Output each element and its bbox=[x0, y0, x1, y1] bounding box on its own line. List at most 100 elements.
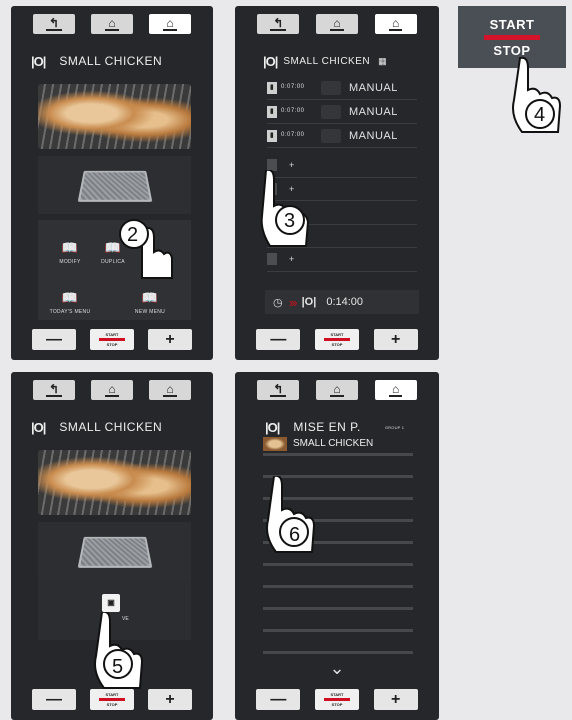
home-settings-icon: ⌂ bbox=[105, 17, 119, 31]
step-list: ▮ 0:07:00 MANUAL ▮ 0:07:00 MANUAL ▮ 0:07:00 MA… bbox=[267, 76, 417, 148]
minus-button[interactable]: — bbox=[256, 689, 301, 710]
cook-icon: |O| bbox=[301, 296, 317, 308]
minus-button[interactable]: — bbox=[32, 329, 76, 350]
back-icon: ↰ bbox=[270, 17, 287, 31]
start-label: START bbox=[105, 332, 119, 337]
progress-chevrons-icon: ››› bbox=[288, 294, 298, 310]
minus-icon: — bbox=[46, 330, 62, 348]
stop-indicator bbox=[99, 698, 125, 701]
back-button[interactable]: ↰ bbox=[257, 380, 300, 400]
cook-icon: |O| bbox=[263, 53, 278, 69]
title-text: SMALL CHICKEN bbox=[59, 54, 163, 68]
list-item[interactable] bbox=[263, 610, 413, 632]
plus-button[interactable]: + bbox=[373, 329, 418, 350]
plus-icon: + bbox=[165, 330, 175, 348]
total-time: 0:14:00 bbox=[326, 296, 364, 308]
title-text: SMALL CHICKEN bbox=[59, 420, 163, 434]
home-button[interactable]: ⌂ bbox=[149, 14, 191, 34]
step-label: MANUAL bbox=[349, 105, 398, 118]
step-row[interactable]: ▮ 0:07:00 MANUAL bbox=[267, 76, 417, 100]
recipe-name: SMALL CHICKEN bbox=[293, 438, 374, 449]
chevron-down-icon[interactable]: ⌄ bbox=[235, 658, 439, 679]
stop-label: STOP bbox=[106, 342, 118, 347]
tray-display bbox=[38, 522, 191, 580]
home-settings-icon: ⌂ bbox=[330, 17, 344, 31]
step-icon: ▮ bbox=[267, 105, 277, 118]
save-icon[interactable]: ▣ bbox=[102, 594, 120, 612]
list-item[interactable] bbox=[263, 566, 413, 588]
home-settings-icon: ⌂ bbox=[105, 383, 119, 397]
back-button[interactable]: ↰ bbox=[33, 14, 75, 34]
tray-small-icon: ▦ bbox=[378, 55, 388, 66]
stop-indicator bbox=[99, 338, 125, 341]
title-text: SMALL CHICKEN bbox=[283, 55, 371, 67]
todays-menu-option[interactable]: 📖 TODAY'S MENU bbox=[40, 290, 100, 315]
stop-indicator bbox=[484, 34, 540, 40]
start-stop-button[interactable]: START STOP bbox=[314, 689, 359, 710]
callout-6: 6 bbox=[289, 524, 301, 546]
step-label: MANUAL bbox=[349, 129, 398, 142]
pointing-hand-icon bbox=[512, 56, 562, 133]
start-label: START bbox=[330, 332, 344, 337]
step-time: 0:07:00 bbox=[281, 132, 305, 138]
page-title: |O| SMALL CHICKEN bbox=[11, 416, 213, 438]
top-nav: ↰ ⌂ ⌂ bbox=[11, 14, 213, 34]
back-icon: ↰ bbox=[270, 383, 287, 397]
minus-button[interactable]: — bbox=[256, 329, 301, 350]
list-item[interactable]: SMALL CHICKEN bbox=[263, 434, 413, 456]
recipe-thumbnail bbox=[263, 436, 287, 451]
back-button[interactable]: ↰ bbox=[33, 380, 75, 400]
stop-indicator bbox=[323, 698, 350, 701]
step-icon: ▮ bbox=[267, 81, 277, 94]
step-label: MANUAL bbox=[349, 81, 398, 94]
plus-icon: + bbox=[165, 690, 175, 708]
start-stop-button[interactable]: START STOP bbox=[90, 329, 134, 350]
list-item[interactable] bbox=[263, 632, 413, 654]
home-settings-button[interactable]: ⌂ bbox=[315, 380, 358, 400]
minus-button[interactable]: — bbox=[32, 689, 76, 710]
tray-icon bbox=[77, 170, 152, 202]
bottom-controls: — START STOP + bbox=[11, 689, 213, 710]
start-stop-button[interactable]: START STOP bbox=[314, 329, 359, 350]
back-button[interactable]: ↰ bbox=[257, 14, 300, 34]
modify-label: MODIFY bbox=[59, 259, 81, 265]
page-title: |O| SMALL CHICKEN bbox=[11, 50, 213, 72]
home-settings-button[interactable]: ⌂ bbox=[91, 380, 133, 400]
home-icon: ⌂ bbox=[389, 383, 403, 397]
cook-icon: |O| bbox=[31, 419, 46, 435]
step-time: 0:07:00 bbox=[281, 108, 305, 114]
top-nav: ↰ ⌂ ⌂ bbox=[235, 14, 439, 34]
home-button[interactable]: ⌂ bbox=[149, 380, 191, 400]
home-settings-button[interactable]: ⌂ bbox=[91, 14, 133, 34]
recipe-photo bbox=[38, 84, 191, 149]
stop-label: STOP bbox=[331, 702, 343, 707]
start-stop-button[interactable]: START STOP bbox=[90, 689, 134, 710]
panel-menu-select: ↰ ⌂ ⌂ |O| SMALL CHICKEN 📖 MODIFY 📖 DUPLICA… bbox=[11, 6, 213, 360]
title-text: MISE EN P. bbox=[293, 420, 361, 434]
step-icon: ▮ bbox=[267, 129, 277, 142]
home-icon: ⌂ bbox=[163, 383, 177, 397]
cook-icon: |O| bbox=[265, 419, 280, 435]
minus-icon: — bbox=[270, 690, 287, 708]
home-settings-icon: ⌂ bbox=[330, 383, 344, 397]
new-menu-option[interactable]: 📖 NEW MENU bbox=[120, 290, 180, 315]
plus-button[interactable]: + bbox=[148, 689, 192, 710]
step-row[interactable]: ▮ 0:07:00 MANUAL bbox=[267, 124, 417, 148]
home-button[interactable]: ⌂ bbox=[374, 380, 417, 400]
step-row[interactable]: ▮ 0:07:00 MANUAL bbox=[267, 100, 417, 124]
add-step-row[interactable]: + bbox=[267, 248, 417, 272]
list-item[interactable] bbox=[263, 456, 413, 478]
new-menu-label: NEW MENU bbox=[134, 309, 166, 315]
home-button[interactable]: ⌂ bbox=[374, 14, 417, 34]
group-tag: GROUP 1 bbox=[384, 424, 405, 430]
plus-button[interactable]: + bbox=[373, 689, 418, 710]
book-new-icon: 📖 bbox=[141, 290, 159, 305]
todays-menu-label: TODAY'S MENU bbox=[49, 309, 91, 315]
tray-display bbox=[38, 156, 191, 214]
pointing-hand-icon bbox=[260, 170, 310, 247]
bottom-controls: — START STOP + bbox=[235, 689, 439, 710]
list-item[interactable] bbox=[263, 588, 413, 610]
plus-button[interactable]: + bbox=[148, 329, 192, 350]
home-settings-button[interactable]: ⌂ bbox=[315, 14, 358, 34]
step-slot-icon bbox=[267, 253, 277, 266]
